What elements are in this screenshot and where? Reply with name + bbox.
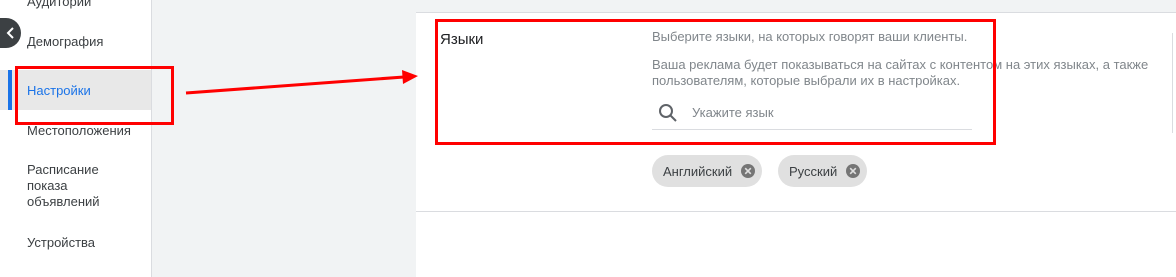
card-edge: [1172, 33, 1173, 133]
sidebar-item-devices[interactable]: Устройства: [0, 235, 151, 251]
active-indicator: [8, 70, 12, 110]
sidebar-item-label: Демография: [27, 34, 104, 49]
chevron-left-icon: [6, 27, 14, 39]
sidebar-item-label: Настройки: [27, 83, 91, 98]
language-chip-russian: Русский: [778, 155, 868, 187]
chip-remove-button[interactable]: [845, 163, 861, 179]
search-icon: [659, 104, 677, 122]
sidebar-item-label: Расписание показа объявлений: [27, 162, 100, 209]
sidebar-item-audiences[interactable]: Аудитории: [0, 0, 151, 14]
languages-description: Ваша реклама будет показываться на сайта…: [652, 57, 1149, 88]
chip-label: Английский: [663, 163, 733, 179]
language-search[interactable]: [652, 97, 972, 130]
languages-hint: Выберите языки, на которых говорят ваши …: [652, 29, 968, 44]
sidebar-item-label: Аудитории: [27, 0, 92, 9]
close-circle-icon: [846, 164, 861, 178]
sidebar-nav: Аудитории Демография Настройки Местополо…: [0, 0, 152, 277]
section-title: Языки: [440, 31, 484, 48]
sidebar-item-settings[interactable]: Настройки: [0, 70, 151, 110]
close-circle-icon: [741, 164, 756, 178]
sidebar-item-locations[interactable]: Местоположения: [0, 123, 151, 139]
chip-remove-button[interactable]: [740, 163, 756, 179]
sidebar-item-label: Устройства: [27, 235, 96, 250]
divider: [416, 211, 1176, 212]
language-search-input[interactable]: [692, 102, 962, 122]
languages-card: Языки Выберите языки, на которых говорят…: [416, 12, 1176, 277]
language-chip-english: Английский: [652, 155, 763, 187]
chip-label: Русский: [789, 163, 838, 179]
sidebar-item-label: Местоположения: [27, 123, 131, 138]
sidebar-item-ad-schedule[interactable]: Расписание показа объявлений: [0, 162, 118, 212]
sidebar-item-demographics[interactable]: Демография: [0, 34, 151, 50]
